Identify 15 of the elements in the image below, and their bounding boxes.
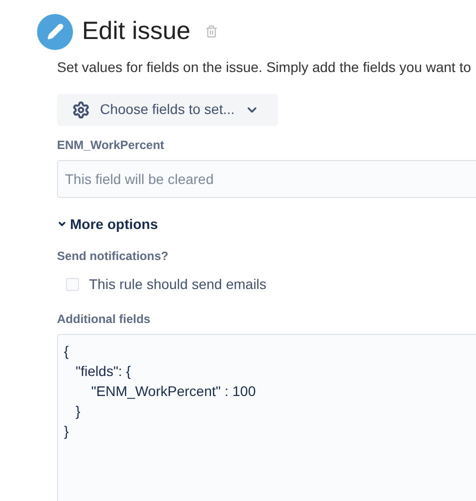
checkbox[interactable] — [66, 278, 79, 290]
additional-fields-label: Additional fields — [57, 310, 152, 328]
description-text: Set values for fields on the issue. Simply add the fields you want to — [57, 58, 472, 77]
pencil-icon — [37, 14, 73, 50]
gear-icon — [72, 100, 90, 118]
chevron-down-icon — [57, 219, 67, 229]
more-options-toggle[interactable]: More options — [57, 214, 158, 234]
notifications-label: Send notifications? — [57, 248, 170, 264]
delete-icon[interactable] — [205, 25, 218, 38]
field-label: ENM_WorkPercent — [57, 136, 166, 154]
choose-fields-button[interactable]: Choose fields to set... — [57, 94, 278, 126]
field-input[interactable]: This field will be cleared — [57, 160, 476, 198]
page-title: Edit issue — [82, 16, 190, 47]
additional-fields-input[interactable]: { "fields": { "ENM_WorkPercent" : 100 } } — [57, 334, 476, 501]
checkbox-label: This rule should send emails — [89, 274, 266, 294]
